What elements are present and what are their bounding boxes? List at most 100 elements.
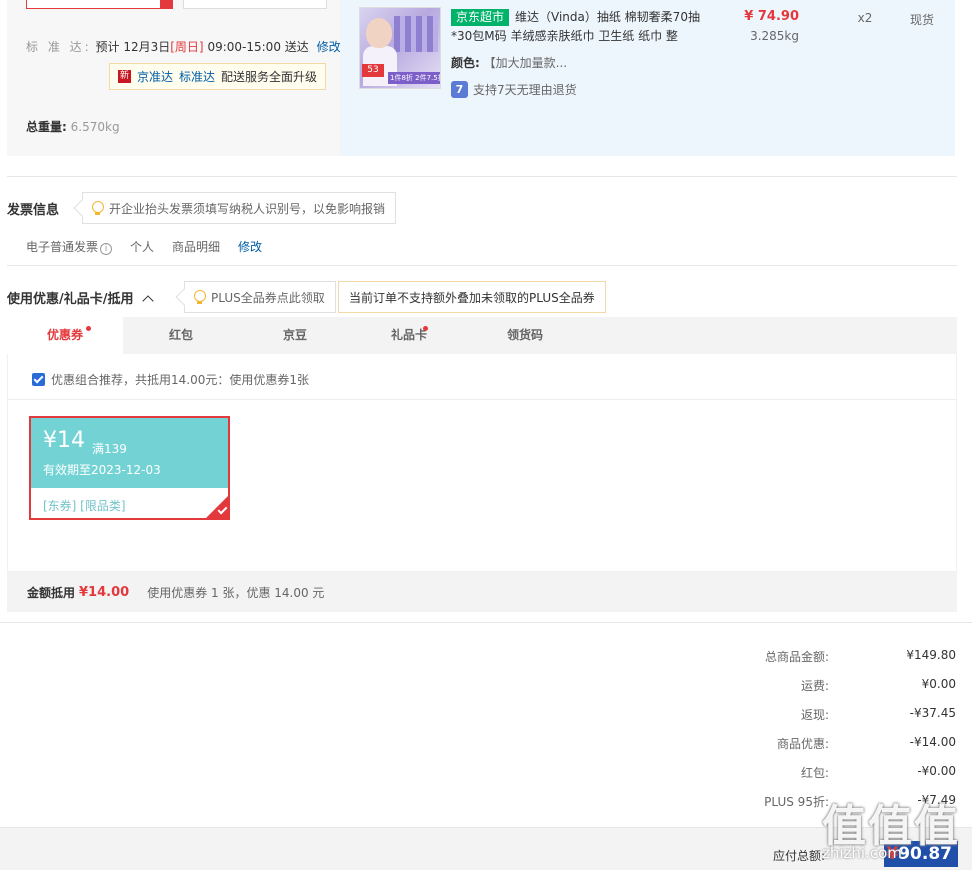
invoice-edit-link[interactable]: 修改 <box>238 238 262 255</box>
tissue-boxes-graphic <box>394 16 438 52</box>
summary-label: 商品优惠: <box>776 737 829 751</box>
summary-value: -¥0.00 <box>917 764 956 778</box>
summary-value: -¥14.00 <box>909 735 956 749</box>
summary-label: 运费: <box>800 679 829 693</box>
lightbulb-icon <box>193 289 206 305</box>
summary-row: 运费: ¥0.00 <box>640 677 956 697</box>
total-weight-label: 总重量: <box>26 120 67 134</box>
deduct-amount: ¥14.00 <box>79 584 130 600</box>
combo-recommendation[interactable]: 优惠组合推荐，共抵用14.00元：使用优惠券1张 <box>32 371 309 388</box>
coupon-expiry: 有效期至2023-12-03 <box>43 463 161 477</box>
tip-arrow <box>73 199 91 217</box>
summary-value: ¥0.00 <box>921 677 956 691</box>
product-weight: 3.285kg <box>750 29 799 43</box>
tab-dot <box>423 326 428 331</box>
deduct-note: 使用优惠券 1 张，优惠 14.00 元 <box>147 585 325 600</box>
promo-text: 配送服务全面升级 <box>221 70 318 84</box>
coupon-condition: 满139 <box>92 442 127 456</box>
tab-label: 优惠券 <box>46 328 83 342</box>
plus-warning: 当前订单不支持额外叠加未领取的PLUS全品券 <box>338 281 606 313</box>
divider <box>0 622 972 623</box>
coupon-card[interactable]: ¥14 满139 有效期至2023-12-03 [东券] [限品类] <box>29 416 230 520</box>
product-image[interactable]: 53 1件8折 2件7.5折 <box>359 7 441 89</box>
summary-value: ¥149.80 <box>906 648 956 662</box>
summary-label: 总商品金额: <box>764 650 829 664</box>
summary-label: 返现: <box>800 708 829 722</box>
jzd-brand-link[interactable]: 京准达 <box>137 68 173 85</box>
invoice-tip-text: 开企业抬头发票须填写纳税人识别号，以免影响报销 <box>109 201 386 216</box>
total-weight-value: 6.570kg <box>70 120 120 134</box>
delivery-time-window: 09:00-15:00 送达 <box>207 40 309 54</box>
plus-coupon-tip-text[interactable]: PLUS全品券点此领取 <box>211 289 325 306</box>
summary-row: 总商品金额: ¥149.80 <box>640 648 956 668</box>
delivery-estimate: 预计 12月3日 <box>95 40 171 54</box>
model-face-graphic <box>366 18 392 48</box>
lightbulb-icon <box>91 200 104 216</box>
info-icon[interactable]: i <box>100 243 113 255</box>
summary-label: PLUS 95折: <box>764 795 829 809</box>
invoice-holder: 个人 <box>130 240 155 254</box>
combo-text: 优惠组合推荐，共抵用14.00元：使用优惠券1张 <box>51 373 309 387</box>
invoice-type: 电子普通发票 i <box>26 238 113 255</box>
summary-row: 返现: -¥37.45 <box>640 706 956 726</box>
invoice-title: 发票信息 <box>7 203 60 218</box>
coupon-amount: ¥14 <box>43 428 85 453</box>
new-badge-icon: 新 <box>118 70 131 83</box>
product-price: ¥ 74.90 <box>744 9 799 24</box>
summary-value: -¥37.45 <box>909 706 956 720</box>
selected-check-corner <box>160 0 173 9</box>
delivery-weekday: [周日] <box>170 40 204 54</box>
discounts-title-text: 使用优惠/礼品卡/抵用 <box>7 292 134 307</box>
stock-status: 现货 <box>909 13 934 27</box>
combo-checkbox[interactable] <box>32 373 45 386</box>
product-quantity: x2 <box>857 11 873 25</box>
summary-row: 红包: -¥0.00 <box>640 764 956 784</box>
color-label: 颜色: <box>451 56 480 70</box>
divider <box>7 176 957 177</box>
watermark-url: zhizhi.com <box>822 844 902 862</box>
tab-label: 礼品卡 <box>390 328 427 342</box>
invoice-tip: 开企业抬头发票须填写纳税人识别号，以免影响报销 <box>73 192 397 224</box>
return-policy: 7 支持7天无理由退货 <box>451 81 577 98</box>
tip-arrow <box>175 288 193 306</box>
tab-gift-cards[interactable]: 礼品卡 <box>351 317 467 354</box>
coupon-tags: [东券] [限品类] <box>43 499 126 513</box>
product-color: 颜色: 【加大加量款... <box>451 54 567 71</box>
selected-delivery-option[interactable] <box>26 0 173 9</box>
divider <box>7 399 957 400</box>
pay-total-label: 应付总额: <box>773 849 826 863</box>
tab-coupons[interactable]: 优惠券 <box>7 317 123 354</box>
tab-red-packets[interactable]: 红包 <box>123 317 239 354</box>
deduct-label: 金额抵用 <box>27 585 76 600</box>
total-weight: 总重量: 6.570kg <box>26 118 120 135</box>
tab-redeem-codes[interactable]: 领货码 <box>467 317 583 354</box>
delivery-edit-link[interactable]: 修改 <box>317 40 341 54</box>
standard-delivery-line: 标 准 达: 预计 12月3日[周日] 09:00-15:00 送达 修改 <box>26 38 341 55</box>
tab-label: 红包 <box>168 328 193 342</box>
standard-service-link[interactable]: 标准达 <box>179 68 215 85</box>
delivery-option[interactable] <box>183 0 327 9</box>
tab-label: 领货码 <box>506 328 543 342</box>
image-promo-text: 1件8折 2件7.5折 <box>388 72 440 84</box>
tab-label: 京豆 <box>282 328 307 342</box>
image-badge: 53 <box>362 64 384 77</box>
seven-day-return-icon: 7 <box>451 81 468 98</box>
store-tag: 京东超市 <box>451 9 510 26</box>
coupon-header: ¥14 满139 有效期至2023-12-03 <box>31 418 228 488</box>
chevron-up-icon[interactable] <box>142 295 154 307</box>
discounts-title[interactable]: 使用优惠/礼品卡/抵用 <box>7 288 154 307</box>
standard-delivery-label: 标 准 达: <box>26 40 92 54</box>
tab-dot <box>86 326 91 331</box>
summary-label: 红包: <box>800 766 829 780</box>
watermark-logo: 值值值 zhizhi.com <box>822 790 972 870</box>
color-value: 【加大加量款... <box>483 56 568 70</box>
summary-row: 商品优惠: -¥14.00 <box>640 735 956 755</box>
divider <box>7 265 957 266</box>
delivery-promo-tip: 新 京准达 标准达 配送服务全面升级 <box>109 63 327 90</box>
deduction-summary: 金额抵用 ¥14.00 使用优惠券 1 张，优惠 14.00 元 <box>7 572 957 612</box>
invoice-content: 商品明细 <box>172 240 221 254</box>
invoice-type-text: 电子普通发票 <box>26 240 99 254</box>
tab-jingdou[interactable]: 京豆 <box>239 317 351 354</box>
product-name[interactable]: 京东超市 维达（Vinda）抽纸 棉韧奢柔70抽*30包M码 羊绒感亲肤纸巾 卫生… <box>451 8 713 46</box>
plus-coupon-tip[interactable]: PLUS全品券点此领取 <box>175 281 336 313</box>
